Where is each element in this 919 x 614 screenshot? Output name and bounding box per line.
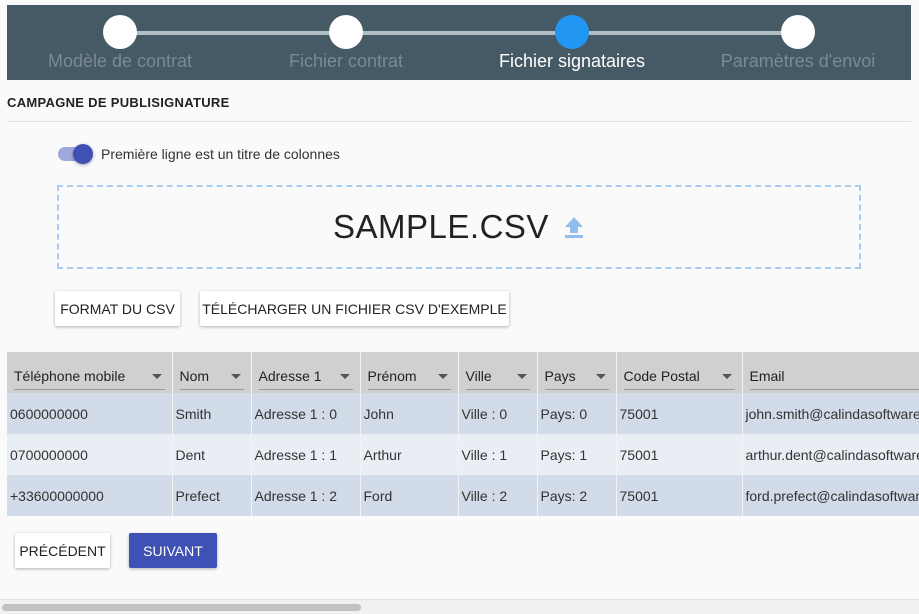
table-cell: arthur.dent@calindasoftware.com — [742, 434, 919, 475]
step-label: Modèle de contrat — [47, 51, 193, 71]
step-indicator — [781, 15, 815, 49]
table-row: 0600000000 Smith Adresse 1 : 0 John Vill… — [7, 393, 919, 434]
horizontal-scrollbar[interactable] — [0, 599, 919, 614]
step-label: Paramètres d'envoi — [720, 51, 876, 71]
table-cell: john.smith@calindasoftware.com — [742, 393, 919, 434]
column-header-label: Ville — [465, 368, 492, 384]
header-row-toggle[interactable] — [58, 143, 94, 165]
table-cell: ford.prefect@calindasoftware.com — [742, 475, 919, 516]
step-label: Fichier contrat — [288, 51, 404, 71]
download-sample-csv-button[interactable]: TÉLÉCHARGER UN FICHIER CSV D'EXEMPLE — [200, 291, 509, 326]
table-row: 0700000000 Dent Adresse 1 : 1 Arthur Vil… — [7, 434, 919, 475]
table-cell: Ford — [360, 475, 459, 516]
column-header[interactable]: Ville — [458, 352, 538, 393]
step-indicator — [555, 15, 589, 49]
header-row-toggle-label: Première ligne est un titre de colonnes — [101, 146, 340, 162]
chevron-down-icon[interactable] — [437, 373, 448, 379]
step-indicator — [329, 15, 363, 49]
chevron-down-icon[interactable] — [339, 373, 350, 379]
table-cell: Pays: 1 — [537, 434, 617, 475]
step-indicator — [103, 15, 137, 49]
column-header[interactable]: Téléphone mobile — [7, 352, 173, 393]
column-header[interactable]: Nom — [172, 352, 252, 393]
step-signers-file[interactable]: Fichier signataires — [459, 5, 685, 80]
upload-icon[interactable] — [563, 215, 585, 239]
page-title: CAMPAGNE DE PUBLISIGNATURE — [7, 95, 230, 110]
chevron-down-icon[interactable] — [721, 373, 732, 379]
step-label: Fichier signataires — [498, 51, 646, 71]
table-cell: Ville : 1 — [458, 434, 538, 475]
csv-dropzone[interactable]: SAMPLE.CSV — [57, 185, 861, 269]
column-header[interactable]: Pays — [537, 352, 617, 393]
csv-format-button[interactable]: FORMAT DU CSV — [55, 291, 180, 326]
column-header[interactable]: Email — [742, 352, 919, 393]
column-header[interactable]: Prénom — [360, 352, 459, 393]
step-send-parameters[interactable]: Paramètres d'envoi — [685, 5, 911, 80]
chevron-down-icon[interactable] — [151, 373, 162, 379]
step-contract-file[interactable]: Fichier contrat — [233, 5, 459, 80]
table-cell: Pays: 2 — [537, 475, 617, 516]
step-contract-model[interactable]: Modèle de contrat — [7, 5, 233, 80]
table-header-row: Téléphone mobile Nom Adresse 1 Prénom Vi… — [7, 352, 919, 393]
title-divider — [7, 121, 911, 122]
chevron-down-icon[interactable] — [230, 373, 241, 379]
table-cell: Ville : 2 — [458, 475, 538, 516]
column-header-label: Nom — [179, 368, 210, 384]
column-header-label: Adresse 1 — [258, 368, 322, 384]
table-cell: Prefect — [172, 475, 252, 516]
table-cell: Arthur — [360, 434, 459, 475]
column-header-label: Email — [749, 368, 785, 384]
next-button[interactable]: SUIVANT — [129, 533, 217, 568]
previous-button[interactable]: PRÉCÉDENT — [15, 533, 110, 568]
table-cell: Adresse 1 : 0 — [251, 393, 361, 434]
table-cell: Pays: 0 — [537, 393, 617, 434]
signers-table-container[interactable]: Téléphone mobile Nom Adresse 1 Prénom Vi… — [7, 352, 919, 517]
table-cell: +33600000000 — [7, 475, 173, 516]
table-row: +33600000000 Prefect Adresse 1 : 2 Ford … — [7, 475, 919, 516]
column-header-label: Prénom — [367, 368, 417, 384]
column-header-label: Téléphone mobile — [14, 368, 126, 384]
column-header-label: Pays — [544, 368, 576, 384]
table-cell: 75001 — [616, 393, 743, 434]
table-cell: Adresse 1 : 1 — [251, 434, 361, 475]
table-cell: Dent — [172, 434, 252, 475]
table-cell: 0700000000 — [7, 434, 173, 475]
column-header[interactable]: Code Postal — [616, 352, 743, 393]
stepper: Modèle de contrat Fichier contrat Fichie… — [7, 5, 911, 80]
chevron-down-icon[interactable] — [595, 373, 606, 379]
signers-table: Téléphone mobile Nom Adresse 1 Prénom Vi… — [7, 352, 919, 516]
table-cell: Adresse 1 : 2 — [251, 475, 361, 516]
uploaded-filename: SAMPLE.CSV — [333, 208, 549, 245]
chevron-down-icon[interactable] — [516, 373, 527, 379]
table-cell: 0600000000 — [7, 393, 173, 434]
table-cell: Ville : 0 — [458, 393, 538, 434]
table-cell: Smith — [172, 393, 252, 434]
toggle-thumb — [73, 144, 93, 164]
scrollbar-thumb[interactable] — [2, 604, 361, 611]
table-cell: 75001 — [616, 434, 743, 475]
column-header[interactable]: Adresse 1 — [251, 352, 361, 393]
table-cell: John — [360, 393, 459, 434]
table-cell: 75001 — [616, 475, 743, 516]
column-header-label: Code Postal — [623, 368, 700, 384]
